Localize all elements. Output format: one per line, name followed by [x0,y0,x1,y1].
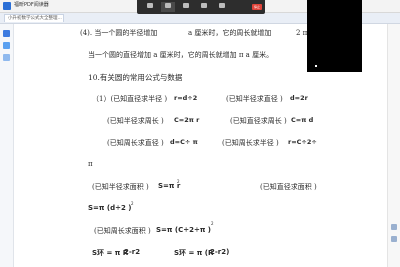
formula: S环 = π (R [174,249,214,257]
annotation-icon[interactable] [3,54,10,61]
formula: C=2π r [174,116,200,124]
superscript: 2 [211,221,214,226]
thumbnail-icon[interactable] [3,42,10,49]
text-line: 当一个圆的直径增加 a 厘米时，它的周长就增加 π a 厘米。 [88,51,274,59]
camera-icon [147,3,153,8]
text-line: (已知半径求周长 ) [107,117,164,125]
text-line: (已知周长求直径 ) [107,139,164,147]
microphone-icon [183,3,189,8]
recorder-button[interactable] [161,2,175,12]
formula: S=π (d÷2 ) [88,204,132,212]
formula: r=C÷2÷ [288,138,317,146]
formula: r=d÷2 [174,94,198,102]
tab-document[interactable]: 小升初数学公式大全整理... [4,14,64,22]
text-line: （1）(已知直径求半径 ) [92,95,168,103]
zoom-icon[interactable] [391,224,397,230]
formula: d=C÷ π [170,138,198,146]
formula: S=π (C÷2÷π ) [156,226,211,234]
text-line: (已知周长求面积 ) [94,227,151,235]
text-line: (已知直径求周长 ) [230,117,287,125]
stop-recording-button[interactable]: 停止 [252,4,262,10]
formula: C=π d [291,116,314,124]
formula: d=2r [290,94,308,102]
superscript: 2 [177,179,180,184]
webcam-indicator [315,65,317,67]
recorder-button[interactable] [179,2,193,12]
bookmark-icon[interactable] [3,30,10,37]
text-line: (已知周长求半径 ) [222,139,279,147]
recorder-button[interactable] [215,2,229,12]
text-line: π [88,160,93,168]
window-title: 福昕PDF阅读器 [14,2,49,8]
formula: 2-r2 [124,248,141,256]
screen-icon [165,3,171,8]
recorder-button[interactable] [143,2,157,12]
formula: 2-r2) [210,248,230,256]
right-toolbar [387,24,400,267]
left-sidebar [0,24,14,267]
app-logo-icon [3,2,11,10]
text-line: (已知半径求面积 ) [92,183,149,191]
text-line: (已知直径求面积 ) [260,183,317,191]
recorder-button[interactable] [197,2,211,12]
section-heading: 10.有关圆的常用公式与数据 [88,73,183,82]
formula: S环 = π R [92,249,129,257]
pen-icon [201,3,207,8]
superscript: 2 [131,201,134,206]
settings-icon [219,3,225,8]
page-nav-icon[interactable] [391,236,397,242]
text-line: a 厘米时，它的周长就增加 [188,29,272,37]
webcam-overlay [307,0,362,72]
screen-recorder-toolbar: 停止 [137,0,265,14]
text-line: (4). 当一个圆的半径增加 [80,29,158,37]
text-line: (已知半径求直径 ) [226,95,283,103]
